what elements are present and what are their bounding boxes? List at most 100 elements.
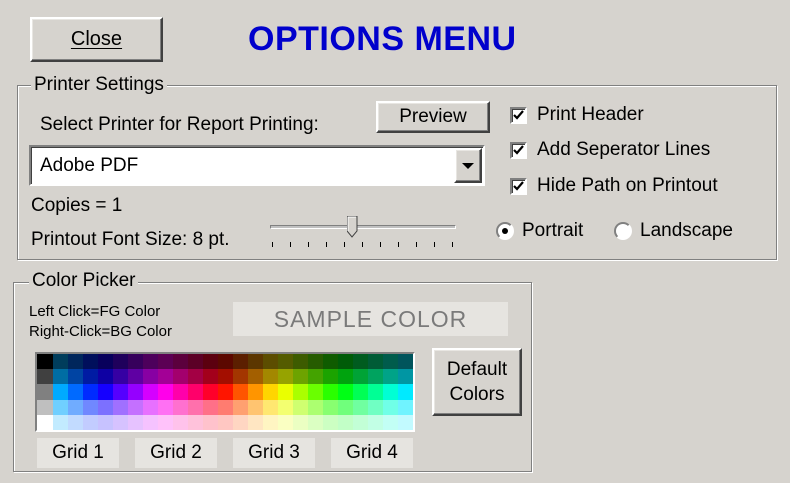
palette-cell[interactable]: [263, 369, 279, 385]
palette-cell[interactable]: [203, 414, 219, 430]
palette-cell[interactable]: [308, 354, 324, 370]
palette-cell[interactable]: [218, 399, 234, 416]
palette-cell[interactable]: [338, 369, 354, 385]
palette-cell[interactable]: [308, 384, 324, 401]
palette-cell[interactable]: [128, 369, 144, 385]
palette-cell[interactable]: [68, 369, 84, 385]
palette-cell[interactable]: [203, 369, 219, 385]
palette-cell[interactable]: [143, 369, 159, 385]
palette-cell[interactable]: [338, 384, 354, 401]
palette-cell[interactable]: [233, 354, 249, 370]
palette-cell[interactable]: [113, 414, 129, 430]
printer-select-dropdown-button[interactable]: [454, 148, 482, 183]
palette-cell[interactable]: [368, 354, 384, 370]
palette-cell[interactable]: [188, 399, 204, 416]
palette-cell[interactable]: [83, 369, 99, 385]
palette-cell[interactable]: [338, 414, 354, 430]
palette-cell[interactable]: [37, 399, 53, 415]
printer-select[interactable]: Adobe PDF: [29, 145, 485, 186]
palette-cell[interactable]: [323, 384, 339, 401]
palette-cell[interactable]: [308, 399, 324, 416]
palette-cell[interactable]: [353, 399, 369, 416]
palette-cell[interactable]: [323, 354, 339, 370]
palette-cell[interactable]: [308, 414, 324, 430]
palette-cell[interactable]: [293, 399, 309, 416]
palette-cell[interactable]: [188, 369, 204, 385]
palette-cell[interactable]: [248, 414, 264, 430]
palette-cell[interactable]: [128, 414, 144, 430]
palette-cell[interactable]: [113, 399, 129, 416]
palette-cell[interactable]: [368, 369, 384, 385]
palette-cell[interactable]: [53, 399, 69, 416]
palette-cell[interactable]: [143, 414, 159, 430]
checkbox-row[interactable]: Hide Path on Printout: [510, 175, 718, 197]
palette-cell[interactable]: [83, 399, 99, 416]
palette-cell[interactable]: [68, 354, 84, 370]
palette-cell[interactable]: [338, 399, 354, 416]
palette-cell[interactable]: [188, 384, 204, 401]
palette-cell[interactable]: [383, 414, 399, 430]
palette-cell[interactable]: [173, 354, 189, 370]
palette-cell[interactable]: [37, 384, 53, 400]
palette-cell[interactable]: [383, 399, 399, 416]
palette-cell[interactable]: [338, 354, 354, 370]
palette-cell[interactable]: [37, 414, 53, 430]
palette-cell[interactable]: [173, 414, 189, 430]
checkbox-row[interactable]: Add Seperator Lines: [510, 139, 710, 161]
checkbox[interactable]: [510, 106, 527, 124]
palette-cell[interactable]: [173, 384, 189, 401]
palette-cell[interactable]: [158, 399, 174, 416]
palette-cell[interactable]: [37, 354, 53, 370]
slider-thumb[interactable]: [346, 215, 358, 238]
landscape-radio-circle[interactable]: [614, 222, 632, 240]
palette-cell[interactable]: [398, 399, 413, 416]
grid-4-button[interactable]: Grid 4: [331, 438, 413, 468]
palette-cell[interactable]: [308, 369, 324, 385]
palette-cell[interactable]: [293, 384, 309, 401]
palette-cell[interactable]: [293, 354, 309, 370]
color-palette[interactable]: [35, 352, 415, 432]
palette-cell[interactable]: [143, 354, 159, 370]
grid-1-button[interactable]: Grid 1: [37, 438, 119, 468]
palette-cell[interactable]: [233, 399, 249, 416]
palette-cell[interactable]: [278, 384, 294, 401]
palette-cell[interactable]: [188, 414, 204, 430]
palette-cell[interactable]: [248, 384, 264, 401]
palette-cell[interactable]: [98, 384, 114, 401]
palette-cell[interactable]: [68, 414, 84, 430]
palette-cell[interactable]: [128, 399, 144, 416]
palette-cell[interactable]: [278, 354, 294, 370]
palette-cell[interactable]: [98, 399, 114, 416]
palette-cell[interactable]: [203, 399, 219, 416]
palette-cell[interactable]: [203, 354, 219, 370]
palette-cell[interactable]: [188, 354, 204, 370]
palette-cell[interactable]: [248, 399, 264, 416]
palette-cell[interactable]: [113, 354, 129, 370]
palette-cell[interactable]: [263, 399, 279, 416]
palette-cell[interactable]: [218, 369, 234, 385]
palette-cell[interactable]: [218, 414, 234, 430]
palette-cell[interactable]: [173, 399, 189, 416]
palette-cell[interactable]: [278, 414, 294, 430]
palette-cell[interactable]: [398, 354, 413, 370]
palette-cell[interactable]: [278, 399, 294, 416]
landscape-radio[interactable]: Landscape: [614, 220, 733, 242]
palette-cell[interactable]: [233, 369, 249, 385]
palette-cell[interactable]: [383, 354, 399, 370]
grid-3-button[interactable]: Grid 3: [233, 438, 315, 468]
palette-cell[interactable]: [383, 369, 399, 385]
palette-cell[interactable]: [53, 414, 69, 430]
palette-cell[interactable]: [113, 384, 129, 401]
palette-cell[interactable]: [353, 414, 369, 430]
palette-cell[interactable]: [68, 384, 84, 401]
palette-cell[interactable]: [98, 414, 114, 430]
palette-cell[interactable]: [263, 354, 279, 370]
palette-cell[interactable]: [158, 414, 174, 430]
palette-cell[interactable]: [218, 354, 234, 370]
palette-cell[interactable]: [53, 384, 69, 401]
palette-cell[interactable]: [398, 414, 413, 430]
palette-cell[interactable]: [128, 354, 144, 370]
palette-cell[interactable]: [158, 354, 174, 370]
palette-cell[interactable]: [158, 369, 174, 385]
palette-cell[interactable]: [83, 354, 99, 370]
